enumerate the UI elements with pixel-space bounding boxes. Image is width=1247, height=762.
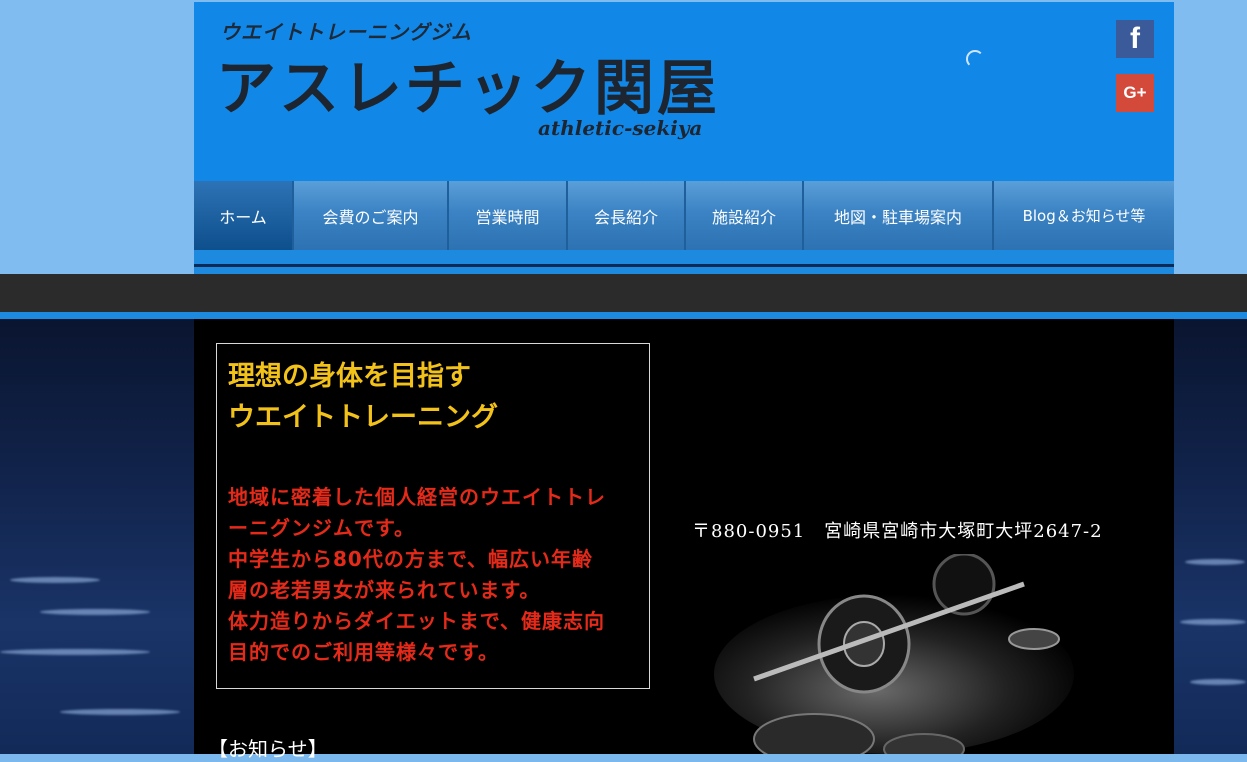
site-header: ウエイトトレーニングジム アスレチック関屋 athletic-sekiya f … — [194, 2, 1174, 181]
dark-divider-band — [0, 274, 1247, 312]
intro-body-line: ーニグンジムです。 — [228, 516, 415, 540]
gym-address: 〒880-0951 宮崎県宮崎市大塚町大坪2647-2 — [692, 521, 1103, 542]
nav-item-facilities[interactable]: 施設紹介 — [686, 181, 804, 250]
nav-item-president[interactable]: 会長紹介 — [568, 181, 686, 250]
wave-decoration — [0, 649, 150, 655]
notice-heading: 【お知らせ】 — [208, 737, 328, 761]
intro-heading-line: 理想の身体を目指す — [228, 361, 471, 392]
intro-box: 理想の身体を目指す ウエイトトレーニング 地域に密着した個人経営のウエイトトレ … — [216, 343, 650, 689]
wave-decoration — [1190, 679, 1246, 685]
barbell-photo — [694, 554, 1074, 754]
loading-spinner-icon — [966, 50, 984, 68]
intro-body-line: 目的でのご利用等様々です。 — [228, 640, 499, 664]
facebook-icon[interactable]: f — [1116, 20, 1154, 58]
intro-body-line: 体力造りからダイエットまで、健康志向 — [228, 609, 605, 633]
intro-body-line: 中学生から80代の方まで、幅広い年齢 — [228, 547, 594, 571]
intro-body-line: 層の老若男女が来られています。 — [228, 578, 541, 602]
main-content: 理想の身体を目指す ウエイトトレーニング 地域に密着した個人経営のウエイトトレ … — [194, 319, 1174, 761]
intro-body: 地域に密着した個人経営のウエイトトレ ーニグンジムです。 中学生から80代の方ま… — [228, 482, 644, 668]
wave-decoration — [10, 577, 100, 583]
wave-decoration — [40, 609, 150, 615]
nav-bottom-line — [194, 264, 1174, 267]
main-navigation: ホーム 会費のご案内 営業時間 会長紹介 施設紹介 地図・駐車場案内 Blog＆… — [194, 181, 1174, 250]
nav-item-home[interactable]: ホーム — [194, 181, 294, 250]
wave-decoration — [60, 709, 180, 715]
nav-item-map-parking[interactable]: 地図・駐車場案内 — [804, 181, 994, 250]
nav-item-fees[interactable]: 会費のご案内 — [294, 181, 449, 250]
nav-item-blog-news[interactable]: Blog＆お知らせ等 — [994, 181, 1174, 250]
intro-body-line: 地域に密着した個人経営のウエイトトレ — [228, 485, 606, 509]
nav-bottom-bar — [194, 250, 1174, 274]
site-logo[interactable]: アスレチック関屋 — [216, 40, 720, 127]
google-plus-icon[interactable]: G+ — [1116, 74, 1154, 112]
nav-item-hours[interactable]: 営業時間 — [449, 181, 568, 250]
intro-heading: 理想の身体を目指す ウエイトトレーニング — [228, 356, 498, 438]
wave-decoration — [1180, 619, 1246, 625]
blue-divider-line — [0, 312, 1247, 319]
wave-decoration — [1185, 559, 1245, 565]
site-logo-subtitle: athletic-sekiya — [538, 116, 703, 140]
intro-heading-line: ウエイトトレーニング — [228, 402, 498, 433]
